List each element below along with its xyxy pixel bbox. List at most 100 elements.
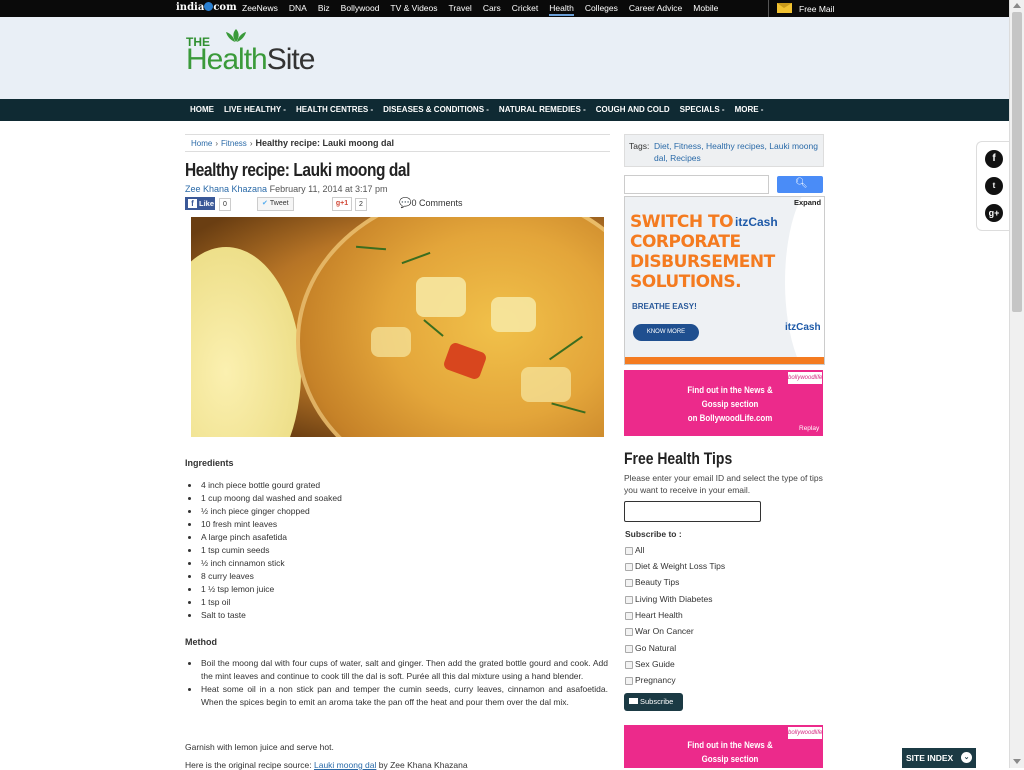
checkbox[interactable] — [625, 579, 633, 587]
option-pregnancy[interactable]: Pregnancy — [624, 675, 824, 687]
vertical-scrollbar[interactable] — [1009, 0, 1024, 768]
garnish-text: Garnish with lemon juice and serve hot. — [185, 742, 334, 752]
email-field[interactable] — [624, 501, 761, 522]
ad-text: Find out in the News & Gossip section — [687, 740, 773, 764]
google-plus-icon[interactable]: g+ — [985, 204, 1003, 222]
ingredients-heading: Ingredients — [185, 458, 234, 468]
list-item: ½ inch cinnamon stick — [188, 557, 342, 570]
option-beauty-tips[interactable]: Beauty Tips — [624, 577, 824, 589]
option-diet-weight-loss[interactable]: Diet & Weight Loss Tips — [624, 561, 824, 573]
bollywoodlife-ad-2[interactable]: bollywoodlife Find out in the News & Gos… — [624, 725, 823, 768]
tweet-button[interactable]: ✔ Tweet — [257, 197, 294, 211]
list-item: A large pinch asafetida — [188, 531, 342, 544]
network-links: ZeeNews DNA Biz Bollywood TV & Videos Tr… — [242, 3, 729, 16]
logo-wordmark: HealthSite — [186, 43, 315, 76]
ad-know-more-button[interactable]: KNOW MORE — [633, 324, 699, 341]
twitter-icon[interactable]: t — [985, 177, 1003, 195]
comment-bubble-icon: 💬 — [399, 198, 412, 209]
tags-links[interactable]: Diet, Fitness, Healthy recipes, Lauki mo… — [654, 140, 819, 164]
scroll-up-arrow-icon[interactable] — [1013, 3, 1021, 8]
network-link-bollywood[interactable]: Bollywood — [341, 3, 380, 16]
comments-link[interactable]: 💬0 Comments — [399, 198, 462, 209]
scrollbar-thumb[interactable] — [1012, 12, 1022, 312]
bollywoodlife-logo: bollywoodlife — [788, 727, 822, 739]
search-button[interactable]: 🔍︎ — [777, 176, 823, 193]
bollywoodlife-ad[interactable]: bollywoodlife Find out in the News & Gos… — [624, 370, 823, 436]
source-link[interactable]: Lauki moong dal — [314, 760, 376, 770]
itzcash-ad[interactable]: Expand SWITCH TO CORPORATE DISBURSEMENT … — [624, 196, 825, 365]
breadcrumb: Home › Fitness › Healthy recipe: Lauki moong… — [185, 134, 610, 152]
breadcrumb-fitness[interactable]: Fitness — [221, 139, 247, 148]
nav-more[interactable]: MORE - — [735, 105, 764, 114]
itzcash-logo-small: itzCash — [785, 322, 821, 333]
network-link-cricket[interactable]: Cricket — [512, 3, 538, 16]
facebook-like-button[interactable]: f Like — [185, 197, 215, 210]
free-mail-link[interactable]: Free Mail — [768, 0, 1010, 17]
network-link-travel[interactable]: Travel — [449, 3, 472, 16]
option-war-on-cancer[interactable]: War On Cancer — [624, 626, 824, 638]
ad-expand-link[interactable]: Expand — [794, 198, 821, 207]
scroll-down-arrow-icon[interactable] — [1013, 759, 1021, 764]
author-link[interactable]: Zee Khana Khazana — [185, 184, 267, 194]
social-follow-bar: f t g+ — [976, 141, 1010, 231]
article-date: February 11, 2014 at 3:17 pm — [269, 184, 388, 194]
network-link-health[interactable]: Health — [549, 3, 574, 16]
network-link-cars[interactable]: Cars — [483, 3, 501, 16]
itzcash-logo: itzCash — [735, 215, 778, 229]
nav-home[interactable]: HOME — [190, 105, 214, 114]
option-sex-guide[interactable]: Sex Guide — [624, 659, 824, 671]
subscribe-to-label: Subscribe to : — [625, 529, 682, 539]
bollywoodlife-logo: bollywoodlife — [788, 372, 822, 384]
checkbox[interactable] — [625, 596, 633, 604]
site-index-button[interactable]: SITE INDEX ⌄ — [902, 748, 976, 768]
option-living-with-diabetes[interactable]: Living With Diabetes — [624, 594, 824, 606]
network-link-zeenews[interactable]: ZeeNews — [242, 3, 278, 16]
network-link-mobile[interactable]: Mobile — [693, 3, 718, 16]
ad-text: Find out in the News & Gossip section on… — [687, 385, 773, 423]
nav-cough-and-cold[interactable]: COUGH AND COLD — [596, 105, 670, 114]
google-plus-count: 2 — [355, 198, 367, 211]
option-go-natural[interactable]: Go Natural — [624, 643, 824, 655]
option-all[interactable]: All — [624, 545, 824, 557]
facebook-icon[interactable]: f — [985, 150, 1003, 168]
nav-specials[interactable]: SPECIALS - — [680, 105, 725, 114]
checkbox[interactable] — [625, 563, 633, 571]
network-link-dna[interactable]: DNA — [289, 3, 307, 16]
nav-diseases-conditions[interactable]: DISEASES & CONDITIONS - — [383, 105, 489, 114]
nav-health-centres[interactable]: HEALTH CENTRES - — [296, 105, 373, 114]
lotus-leaf-icon — [226, 29, 246, 42]
list-item: Boil the moong dal with four cups of wat… — [188, 658, 608, 681]
ingredients-list: 4 inch piece bottle gourd grated 1 cup m… — [188, 479, 342, 622]
source-line: Here is the original recipe source: Lauk… — [185, 760, 468, 770]
network-link-biz[interactable]: Biz — [318, 3, 330, 16]
list-item: 1 cup moong dal washed and soaked — [188, 493, 342, 503]
google-plus-one-button[interactable]: g+1 — [332, 197, 352, 211]
breadcrumb-home[interactable]: Home — [191, 139, 212, 148]
envelope-icon — [629, 698, 638, 704]
network-link-colleges[interactable]: Colleges — [585, 3, 618, 16]
nav-natural-remedies[interactable]: NATURAL REMEDIES - — [499, 105, 586, 114]
method-heading: Method — [185, 637, 217, 647]
network-link-tv-videos[interactable]: TV & Videos — [390, 3, 437, 16]
nav-live-healthy[interactable]: LIVE HEALTHY - — [224, 105, 286, 114]
checkbox[interactable] — [625, 677, 633, 685]
tags-label: Tags: — [629, 141, 650, 151]
subscribe-button[interactable]: Subscribe — [624, 693, 683, 711]
facebook-icon: f — [188, 199, 197, 208]
list-item: ½ inch piece ginger chopped — [188, 505, 342, 518]
ad-replay-link[interactable]: Replay — [799, 425, 819, 432]
article-byline: Zee Khana Khazana February 11, 2014 at 3… — [185, 184, 388, 194]
checkbox[interactable] — [625, 628, 633, 636]
list-item: 10 fresh mint leaves — [188, 518, 342, 531]
india-com-logo[interactable]: india com — [176, 2, 237, 13]
checkbox[interactable] — [625, 661, 633, 669]
checkbox[interactable] — [625, 547, 633, 555]
free-mail-label: Free Mail — [799, 4, 835, 14]
network-link-career-advice[interactable]: Career Advice — [629, 3, 682, 16]
globe-icon — [204, 2, 214, 11]
search-input[interactable] — [624, 175, 769, 194]
checkbox[interactable] — [625, 612, 633, 620]
checkbox[interactable] — [625, 645, 633, 653]
option-heart-health[interactable]: Heart Health — [624, 610, 824, 622]
article-title: Healthy recipe: Lauki moong dal — [185, 160, 410, 180]
